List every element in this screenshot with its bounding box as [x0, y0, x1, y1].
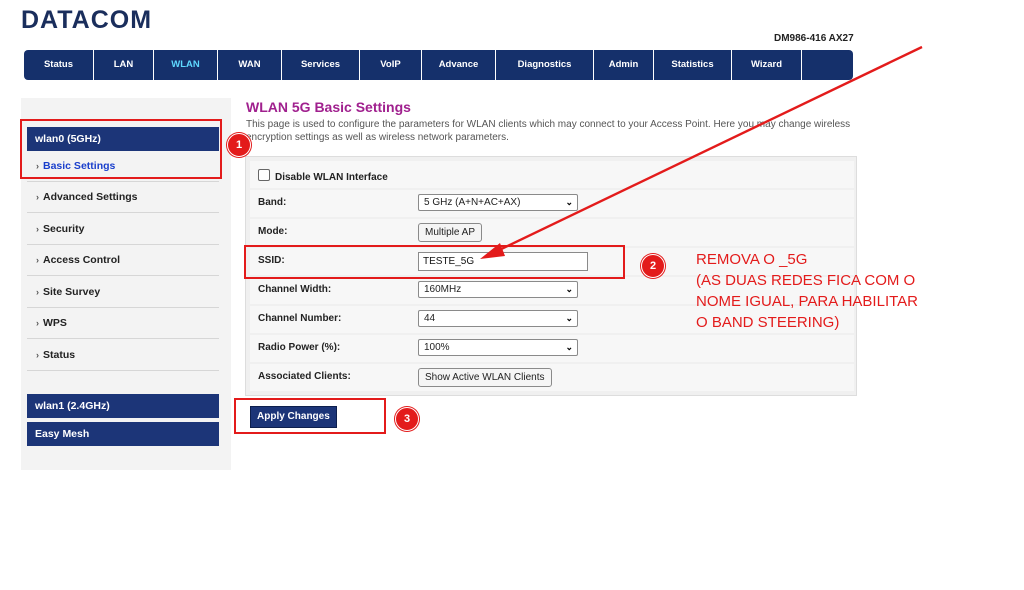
annotation-line-1: REMOVA O _5G	[696, 251, 808, 268]
annotation-line-2: (AS DUAS REDES FICA COM O	[696, 272, 916, 289]
annotation-line-4: O BAND STEERING)	[696, 314, 840, 331]
annotation-line-3: NOME IGUAL, PARA HABILITAR	[696, 293, 918, 310]
annotation-text: REMOVA O _5G (AS DUAS REDES FICA COM O N…	[696, 249, 976, 333]
